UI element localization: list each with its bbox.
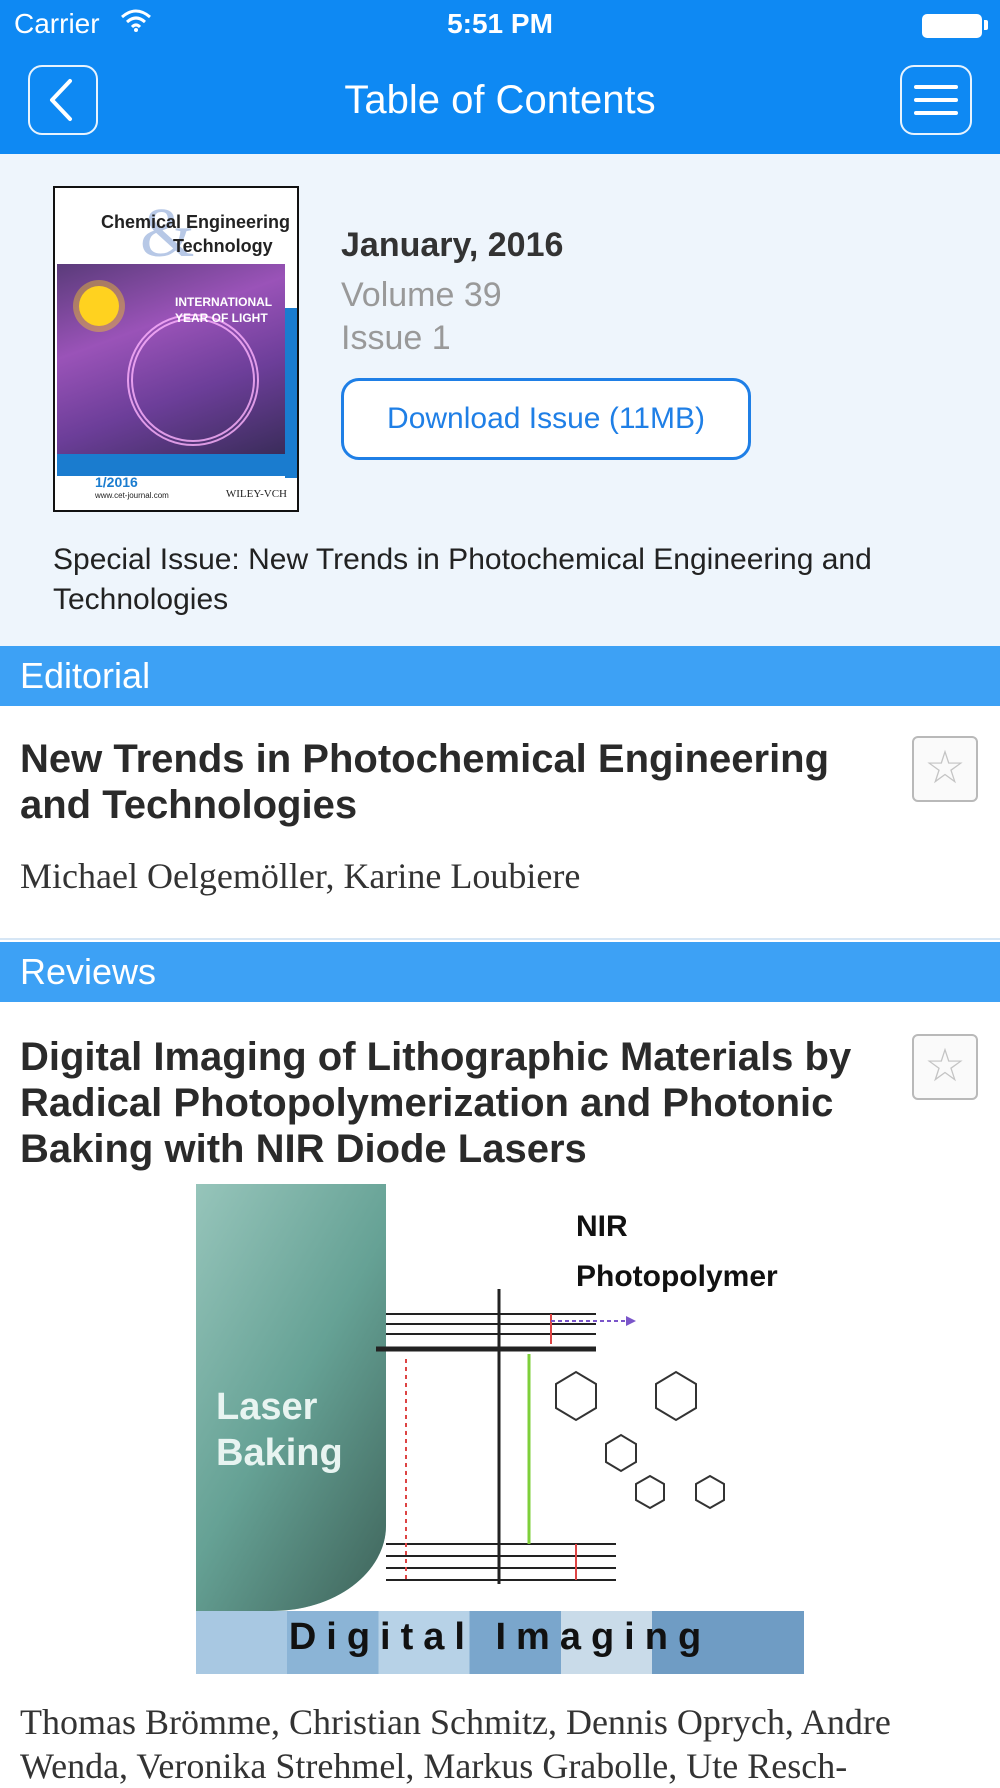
issue-volume: Volume 39: [341, 276, 502, 314]
page-title: Table of Contents: [344, 78, 656, 122]
row-divider: [0, 938, 1000, 940]
cover-stripe: [57, 454, 285, 476]
article-title[interactable]: New Trends in Photochemical Engineering …: [20, 736, 870, 828]
issue-number: Issue 1: [341, 319, 451, 357]
cover-ampersand: &: [140, 195, 195, 272]
status-time: 5:51 PM: [447, 8, 553, 39]
cover-banner: INTERNATIONAL YEAR OF LIGHT: [175, 295, 272, 325]
status-bar: Carrier 5:51 PM: [0, 0, 1000, 48]
favorite-button[interactable]: ☆: [912, 1034, 978, 1100]
sun-icon: [79, 286, 119, 326]
cover-side-stripe: [285, 308, 297, 478]
app-bar: Carrier 5:51 PM Table of Contents: [0, 0, 1000, 154]
article-authors: Thomas Brömme, Christian Schmitz, Dennis…: [20, 1702, 891, 1786]
cover-journal-title: & Chemical Engineering Technology: [65, 195, 291, 272]
special-issue-text: Special Issue: New Trends in Photochemic…: [53, 543, 872, 616]
cover-journal-line2: Technology: [173, 236, 273, 256]
article-title[interactable]: Digital Imaging of Lithographic Material…: [20, 1034, 870, 1172]
cover-artwork: INTERNATIONAL YEAR OF LIGHT: [57, 264, 285, 454]
issue-cover-image[interactable]: & Chemical Engineering Technology INTERN…: [53, 186, 299, 512]
battery-tip: [984, 20, 988, 30]
cover-issue-label: 1/2016: [95, 474, 138, 490]
cover-url: www.cet-journal.com: [95, 491, 169, 500]
issue-date: January, 2016: [341, 226, 564, 264]
section-header-editorial: Editorial: [0, 646, 1000, 706]
cover-publisher: WILEY-VCH: [225, 488, 287, 500]
abstract-laser-label: Laser Baking: [216, 1386, 343, 1474]
graphical-abstract-image[interactable]: Laser Baking NIR Photopolymer Digital Im…: [196, 1184, 804, 1674]
article-authors: Michael Oelgemöller, Karine Loubiere: [20, 856, 581, 896]
menu-button[interactable]: [900, 65, 972, 135]
download-issue-button[interactable]: Download Issue (11MB): [341, 378, 751, 460]
favorite-button[interactable]: ☆: [912, 736, 978, 802]
navigation-bar: Table of Contents: [0, 50, 1000, 154]
cover-journal-line1: Chemical Engineering: [101, 212, 291, 232]
star-icon: ☆: [924, 1039, 966, 1091]
abstract-digital-label: Digital Imaging: [288, 1616, 712, 1658]
star-icon: ☆: [924, 741, 966, 793]
hamburger-menu-icon: [914, 85, 958, 115]
battery-icon: [922, 14, 982, 38]
section-header-reviews: Reviews: [0, 942, 1000, 1002]
